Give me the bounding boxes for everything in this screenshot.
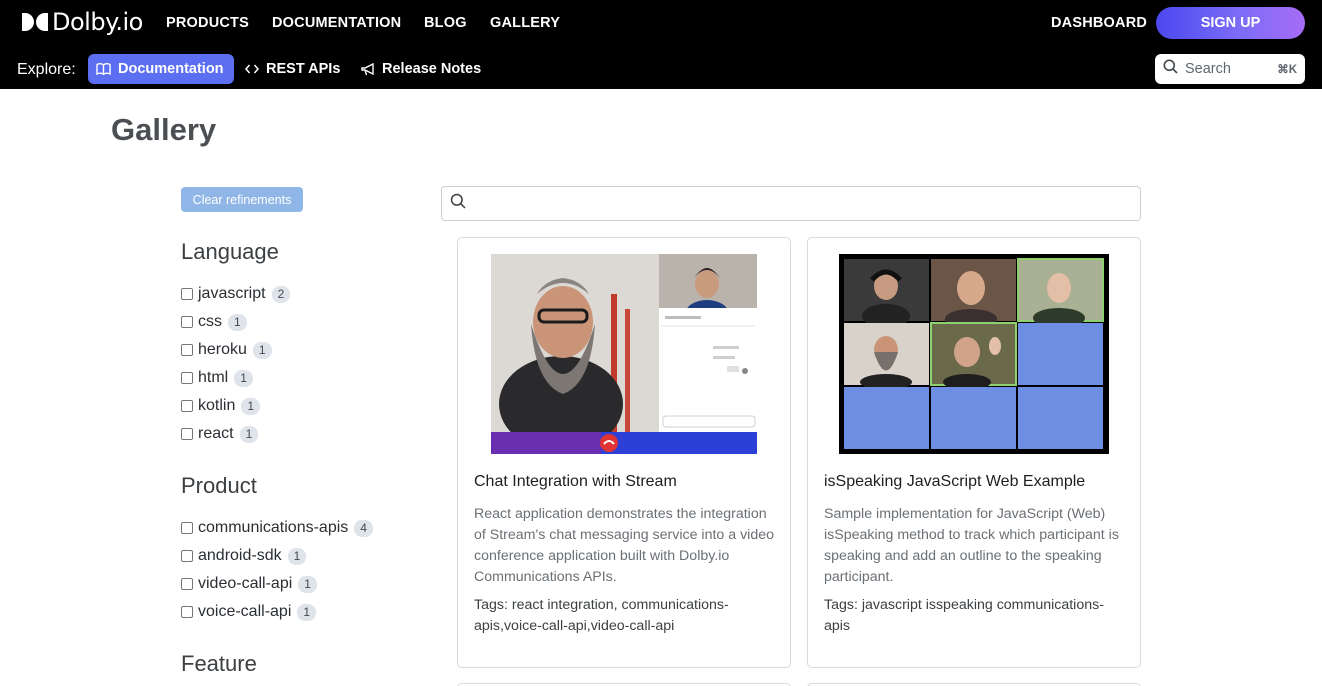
checkbox[interactable] [181,578,193,590]
facet-label: communications-apis [198,519,349,536]
facet-item-voice-call-api[interactable]: voice-call-api 1 [181,602,317,622]
explore-label: Explore: [17,61,76,78]
facet-label: javascript [198,285,266,302]
gallery-search-input[interactable] [472,188,1140,219]
card-description: React application demonstrates the integ… [474,506,775,585]
checkbox[interactable] [181,550,193,562]
facet-item-css[interactable]: css 1 [181,312,247,332]
checkbox[interactable] [181,288,193,300]
subnav-release-notes-label: Release Notes [382,61,482,77]
checkbox[interactable] [181,400,193,412]
facet-item-heroku[interactable]: heroku 1 [181,340,272,360]
facet-label: react [198,425,234,442]
nav-dashboard[interactable]: DASHBOARD [1051,15,1147,31]
card-tags: Tags: react integration, communications-… [474,597,729,634]
subnav-rest-apis[interactable]: REST APIs [245,54,340,84]
page-title: Gallery [111,112,217,147]
nav-products[interactable]: PRODUCTS [166,15,249,31]
facet-label: android-sdk [198,547,282,564]
search-shortcut: ⌘K [1277,64,1297,76]
facet-label: heroku [198,341,247,358]
facet-count: 1 [252,341,272,359]
facet-count: 1 [239,425,259,443]
facet-count: 1 [298,575,317,593]
explore-subnav: Explore: Documentation REST APIs Release… [0,46,1322,89]
card-tags: Tags: javascript isspeaking communicatio… [824,597,1104,634]
facet-label: video-call-api [198,575,293,592]
facet-title-language: Language [181,239,279,264]
checkbox[interactable] [181,316,193,328]
gallery-search-box[interactable] [441,186,1141,221]
facet-title-feature: Feature [181,651,257,676]
brand-name: Dolby.io [52,8,143,36]
gallery-card-chat-integration[interactable]: y Chat Integration with Stream React app… [457,237,791,668]
top-navbar: Dolby.io PRODUCTS DOCUMENTATION BLOG GAL… [0,0,1322,46]
facet-item-react[interactable]: react 1 [181,424,259,444]
sign-up-button[interactable]: SIGN UP [1156,7,1305,39]
card-thumbnail-video-grid [839,254,1109,454]
code-icon [245,63,259,75]
facet-count: 2 [271,285,291,303]
search-label: Search [1185,61,1231,77]
subnav-release-notes[interactable]: Release Notes [361,54,481,84]
search-icon [450,193,466,214]
checkbox[interactable] [181,344,193,356]
checkbox[interactable] [181,606,193,618]
checkbox[interactable] [181,372,193,384]
gallery-card-isspeaking[interactable]: isSpeaking JavaScript Web Example Sample… [807,237,1141,668]
facet-count: 1 [241,397,261,415]
card-title: Chat Integration with Stream [474,473,677,490]
facet-item-html[interactable]: html 1 [181,368,253,388]
dolby-logo-icon [22,13,50,31]
checkbox[interactable] [181,522,193,534]
card-thumbnail-video-chat: y [491,254,757,454]
facet-label: kotlin [198,397,236,414]
card-description: Sample implementation for JavaScript (We… [824,506,1119,585]
checkbox[interactable] [181,428,193,440]
card-title: isSpeaking JavaScript Web Example [824,473,1086,490]
nav-documentation[interactable]: DOCUMENTATION [272,15,401,31]
facet-label: voice-call-api [198,603,292,620]
facet-item-android-sdk[interactable]: android-sdk 1 [181,546,307,566]
megaphone-icon [361,62,375,76]
nav-blog[interactable]: BLOG [424,15,467,31]
facet-count: 4 [354,519,373,537]
facet-count: 1 [234,369,253,387]
facet-label: html [198,369,229,386]
facet-item-javascript[interactable]: javascript 2 [181,284,291,304]
nav-gallery[interactable]: GALLERY [490,15,560,31]
facet-item-video-call-api[interactable]: video-call-api 1 [181,574,317,594]
clear-refinements-button[interactable]: Clear refinements [181,187,303,212]
facet-title-product: Product [181,473,257,498]
subnav-rest-apis-label: REST APIs [266,61,341,77]
subnav-documentation[interactable]: Documentation [88,54,234,84]
book-icon [96,62,111,76]
subnav-documentation-label: Documentation [118,61,224,77]
facet-item-communications-apis[interactable]: communications-apis 4 [181,518,373,538]
facet-count: 1 [228,313,247,331]
facet-count: 1 [297,603,317,621]
docs-search-button[interactable]: Search ⌘K [1155,54,1305,84]
dolby-logo[interactable]: Dolby.io [22,8,143,36]
facet-label: css [198,313,222,330]
facet-item-kotlin[interactable]: kotlin 1 [181,396,261,416]
facet-count: 1 [287,547,307,565]
search-icon [1163,59,1178,79]
